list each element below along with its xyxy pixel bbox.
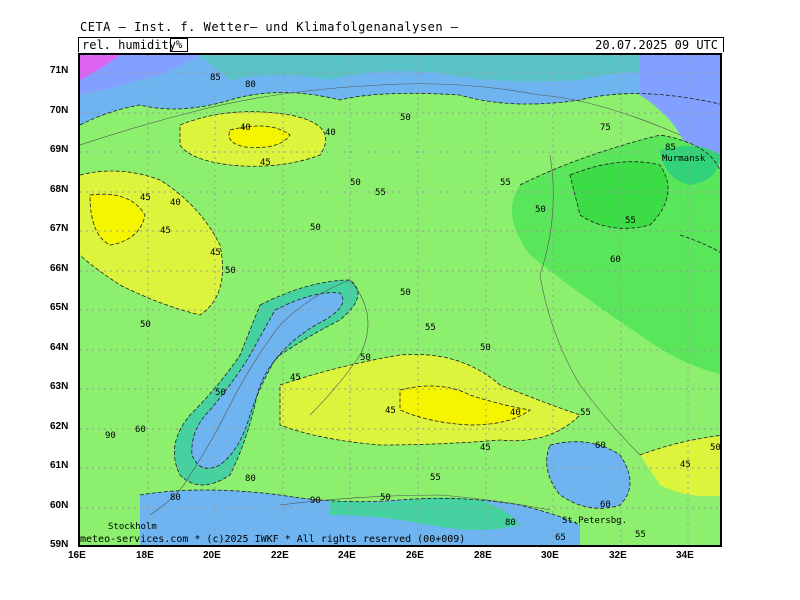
contour-value-label: 55 [425,323,436,333]
contour-value-label: 40 [240,123,251,133]
contour-value-label: 65 [555,533,566,543]
lat-label: 60N [50,500,69,511]
contour-value-label: 60 [135,425,146,435]
lon-label: 22E [271,550,289,561]
contour-value-label: 75 [600,123,611,133]
contour-value-label: 45 [160,226,171,236]
contour-value-label: 85 [665,143,676,153]
contour-value-label: 50 [225,266,236,276]
contour-value-label: 55 [375,188,386,198]
lat-label: 68N [50,184,69,195]
copyright-credit: meteo-services.com * (c)2025 IWKF * All … [80,534,466,545]
contour-value-label: 55 [635,530,646,540]
contour-value-label: 45 [290,373,301,383]
contour-value-label: 40 [170,198,181,208]
contour-value-label: 45 [260,158,271,168]
contour-value-label: 55 [580,408,591,418]
contour-value-label: 40 [510,408,521,418]
lat-label: 67N [50,223,69,234]
city-st-petersburg: St.Petersbg. [562,516,627,526]
contour-value-label: 50 [480,343,491,353]
contour-value-label: 55 [430,473,441,483]
contour-value-label: 45 [140,193,151,203]
contour-value-label: 85 [210,73,221,83]
contour-value-label: 50 [350,178,361,188]
lat-label: 71N [50,65,69,76]
contour-value-label: 50 [380,493,391,503]
contour-value-label: 55 [500,178,511,188]
contour-value-label: 90 [105,431,116,441]
lon-label: 20E [203,550,221,561]
lon-label: 16E [68,550,86,561]
contour-value-label: 50 [310,223,321,233]
lon-label: 26E [406,550,424,561]
lat-label: 70N [50,105,69,116]
contour-value-label: 60 [595,441,606,451]
unit-label: % [170,38,188,52]
lon-label: 24E [338,550,356,561]
contour-value-label: 50 [710,443,721,453]
chart-title: CETA — Inst. f. Wetter— und Klimafolgena… [80,20,459,34]
map-canvas: 85 80 40 40 45 45 40 45 50 50 55 45 50 5… [80,55,721,545]
humidity-map: 85 80 40 40 45 45 40 45 50 50 55 45 50 5… [78,53,722,547]
lat-label: 59N [50,539,69,550]
contour-value-label: 40 [325,128,336,138]
contour-value-label: 80 [245,474,256,484]
lat-label: 65N [50,302,69,313]
contour-value-label: 55 [625,216,636,226]
contour-value-label: 50 [360,353,371,363]
lon-label: 18E [136,550,154,561]
city-murmansk: Murmansk [662,154,706,164]
lon-label: 28E [474,550,492,561]
contour-value-label: 50 [535,205,546,215]
lat-label: 61N [50,460,69,471]
city-stockholm: Stockholm [108,522,157,532]
contour-value-label: 80 [170,493,181,503]
contour-value-label: 60 [600,500,611,510]
lat-label: 64N [50,342,69,353]
contour-value-label: 80 [245,80,256,90]
contour-value-label: 50 [400,113,411,123]
contour-value-label: 50 [215,388,226,398]
contour-value-label: 45 [480,443,491,453]
contour-value-label: 45 [385,406,396,416]
lon-label: 34E [676,550,694,561]
contour-value-label: 45 [210,248,221,258]
lat-label: 63N [50,381,69,392]
contour-value-label: 50 [140,320,151,330]
valid-time: 20.07.2025 09 UTC [595,38,718,52]
parameter-label: rel. humidity [82,38,176,52]
contour-value-label: 45 [680,460,691,470]
lon-label: 30E [541,550,559,561]
contour-value-label: 60 [610,255,621,265]
lat-label: 69N [50,144,69,155]
lat-label: 66N [50,263,69,274]
contour-value-label: 80 [505,518,516,528]
lon-label: 32E [609,550,627,561]
contour-value-label: 90 [310,496,321,506]
contour-value-label: 50 [400,288,411,298]
lat-label: 62N [50,421,69,432]
